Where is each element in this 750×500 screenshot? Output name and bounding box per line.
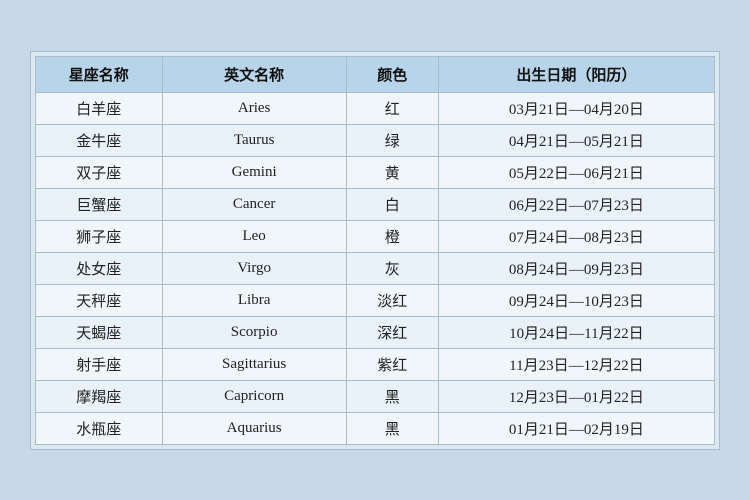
cell-date: 01月21日—02月19日 [438, 412, 714, 444]
table-row: 水瓶座Aquarius黑01月21日—02月19日 [36, 412, 715, 444]
table-row: 天秤座Libra淡红09月24日—10月23日 [36, 284, 715, 316]
cell-english: Leo [162, 220, 346, 252]
header-chinese: 星座名称 [36, 56, 163, 92]
cell-color: 白 [346, 188, 438, 220]
cell-color: 绿 [346, 124, 438, 156]
cell-date: 10月24日—11月22日 [438, 316, 714, 348]
cell-date: 05月22日—06月21日 [438, 156, 714, 188]
cell-date: 08月24日—09月23日 [438, 252, 714, 284]
header-color: 颜色 [346, 56, 438, 92]
table-row: 射手座Sagittarius紫红11月23日—12月22日 [36, 348, 715, 380]
cell-chinese: 摩羯座 [36, 380, 163, 412]
cell-color: 黄 [346, 156, 438, 188]
cell-color: 橙 [346, 220, 438, 252]
cell-date: 04月21日—05月21日 [438, 124, 714, 156]
cell-chinese: 巨蟹座 [36, 188, 163, 220]
table-row: 天蝎座Scorpio深红10月24日—11月22日 [36, 316, 715, 348]
cell-date: 09月24日—10月23日 [438, 284, 714, 316]
cell-date: 06月22日—07月23日 [438, 188, 714, 220]
zodiac-table: 星座名称 英文名称 颜色 出生日期（阳历） 白羊座Aries红03月21日—04… [35, 56, 715, 445]
cell-chinese: 双子座 [36, 156, 163, 188]
cell-chinese: 金牛座 [36, 124, 163, 156]
cell-date: 03月21日—04月20日 [438, 92, 714, 124]
cell-color: 深红 [346, 316, 438, 348]
cell-chinese: 狮子座 [36, 220, 163, 252]
cell-date: 12月23日—01月22日 [438, 380, 714, 412]
cell-date: 07月24日—08月23日 [438, 220, 714, 252]
cell-english: Virgo [162, 252, 346, 284]
table-row: 处女座Virgo灰08月24日—09月23日 [36, 252, 715, 284]
header-date: 出生日期（阳历） [438, 56, 714, 92]
table-row: 摩羯座Capricorn黑12月23日—01月22日 [36, 380, 715, 412]
table-row: 双子座Gemini黄05月22日—06月21日 [36, 156, 715, 188]
table-body: 白羊座Aries红03月21日—04月20日金牛座Taurus绿04月21日—0… [36, 92, 715, 444]
cell-english: Libra [162, 284, 346, 316]
cell-chinese: 白羊座 [36, 92, 163, 124]
table-row: 巨蟹座Cancer白06月22日—07月23日 [36, 188, 715, 220]
cell-chinese: 天蝎座 [36, 316, 163, 348]
cell-date: 11月23日—12月22日 [438, 348, 714, 380]
cell-color: 紫红 [346, 348, 438, 380]
cell-english: Capricorn [162, 380, 346, 412]
table-row: 狮子座Leo橙07月24日—08月23日 [36, 220, 715, 252]
cell-chinese: 射手座 [36, 348, 163, 380]
cell-english: Taurus [162, 124, 346, 156]
cell-english: Aries [162, 92, 346, 124]
cell-english: Scorpio [162, 316, 346, 348]
cell-english: Cancer [162, 188, 346, 220]
header-english: 英文名称 [162, 56, 346, 92]
cell-chinese: 天秤座 [36, 284, 163, 316]
zodiac-table-container: 星座名称 英文名称 颜色 出生日期（阳历） 白羊座Aries红03月21日—04… [30, 51, 720, 450]
cell-english: Sagittarius [162, 348, 346, 380]
cell-color: 黑 [346, 412, 438, 444]
cell-color: 淡红 [346, 284, 438, 316]
cell-color: 红 [346, 92, 438, 124]
cell-chinese: 处女座 [36, 252, 163, 284]
cell-english: Gemini [162, 156, 346, 188]
table-row: 白羊座Aries红03月21日—04月20日 [36, 92, 715, 124]
table-header-row: 星座名称 英文名称 颜色 出生日期（阳历） [36, 56, 715, 92]
table-row: 金牛座Taurus绿04月21日—05月21日 [36, 124, 715, 156]
cell-chinese: 水瓶座 [36, 412, 163, 444]
cell-color: 灰 [346, 252, 438, 284]
cell-english: Aquarius [162, 412, 346, 444]
cell-color: 黑 [346, 380, 438, 412]
